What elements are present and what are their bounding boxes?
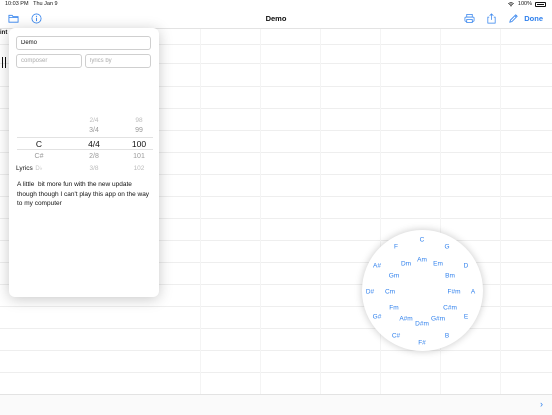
chord-button[interactable]: C# [392,333,400,340]
title-field[interactable] [16,36,151,50]
battery-icon [535,1,546,7]
score-text-fragment: int [0,30,8,36]
lyrics-text-area[interactable]: A little bit more fun with the new updat… [17,180,152,209]
pen-icon[interactable] [508,13,519,24]
share-icon[interactable] [486,13,497,24]
chord-button[interactable]: Bm [445,273,455,280]
lyrics-by-field[interactable] [85,54,151,68]
chord-button[interactable]: Em [433,261,443,268]
tempo-picker-column[interactable]: 98 99 100 101 102 [119,108,159,180]
wifi-icon [507,1,514,7]
grid-line [260,29,261,394]
chord-button[interactable]: G# [373,314,382,321]
chord-button[interactable]: D [464,263,469,270]
chord-button[interactable]: F#m [448,289,461,296]
chevron-right-icon[interactable]: › [540,399,543,409]
staff-line [0,372,552,373]
picker-item: 3/4 [89,127,99,134]
chord-button[interactable]: C#m [443,305,457,312]
chord-button[interactable]: Cm [385,289,395,296]
picker-selected-time: 4/4 [88,139,100,149]
status-time: 10:03 PM Thu Jan 9 [5,1,58,7]
chord-button[interactable]: G#m [431,316,445,323]
bottom-toolbar: › [0,394,552,415]
chord-button[interactable]: Gm [389,273,399,280]
chord-button[interactable]: E [464,314,468,321]
song-settings-picker[interactable]: C C# D♭ 2/4 3/4 4/4 2/8 3/8 98 99 100 10… [17,108,153,180]
chord-button[interactable]: Fm [389,305,398,312]
chord-button[interactable]: A [471,289,475,296]
chord-button[interactable]: C [420,237,425,244]
barline [2,57,3,68]
picker-selected-tempo: 100 [131,139,147,149]
battery-percent: 100% [517,1,532,7]
chord-button[interactable]: D#m [415,321,429,328]
picker-item: 98 [135,117,143,124]
grid-line [200,29,201,394]
song-info-popover: C C# D♭ 2/4 3/4 4/4 2/8 3/8 98 99 100 10… [9,28,159,297]
time-signature-picker-column[interactable]: 2/4 3/4 4/4 2/8 3/8 [74,108,114,180]
picker-selected-key: C [35,139,43,149]
grid-line [320,29,321,394]
picker-item: 2/8 [89,153,99,160]
chord-button[interactable]: Dm [401,261,411,268]
picker-item: 3/8 [89,165,99,172]
chord-button[interactable]: A# [373,263,381,270]
picker-item: 2/4 [89,117,99,124]
composer-field[interactable] [16,54,82,68]
chord-button[interactable]: D# [366,289,374,296]
status-right: 100% [507,1,546,7]
chord-button[interactable]: F# [418,340,426,347]
picker-item: 99 [135,127,143,134]
barline [5,57,6,68]
chord-wheel[interactable]: C G D A E B F# C# G# D# A# F Am Em Bm F#… [362,230,483,351]
chord-button[interactable]: F [394,244,398,251]
done-button[interactable]: Done [524,14,543,23]
picker-item: 101 [133,153,145,160]
navigation-bar: Demo Done [0,9,552,28]
chord-button[interactable]: B [445,333,449,340]
picker-item: C# [34,153,44,160]
chord-button[interactable]: A#m [399,316,412,323]
chord-button[interactable]: G [444,244,449,251]
grid-line [380,29,381,394]
grid-line [500,29,501,394]
picker-item: 102 [133,165,145,172]
status-bar: 10:03 PM Thu Jan 9 100% [0,0,552,9]
staff-line [0,350,552,351]
print-icon[interactable] [464,13,475,24]
lyrics-label: Lyrics [16,165,33,172]
chord-button[interactable]: Am [417,257,427,264]
